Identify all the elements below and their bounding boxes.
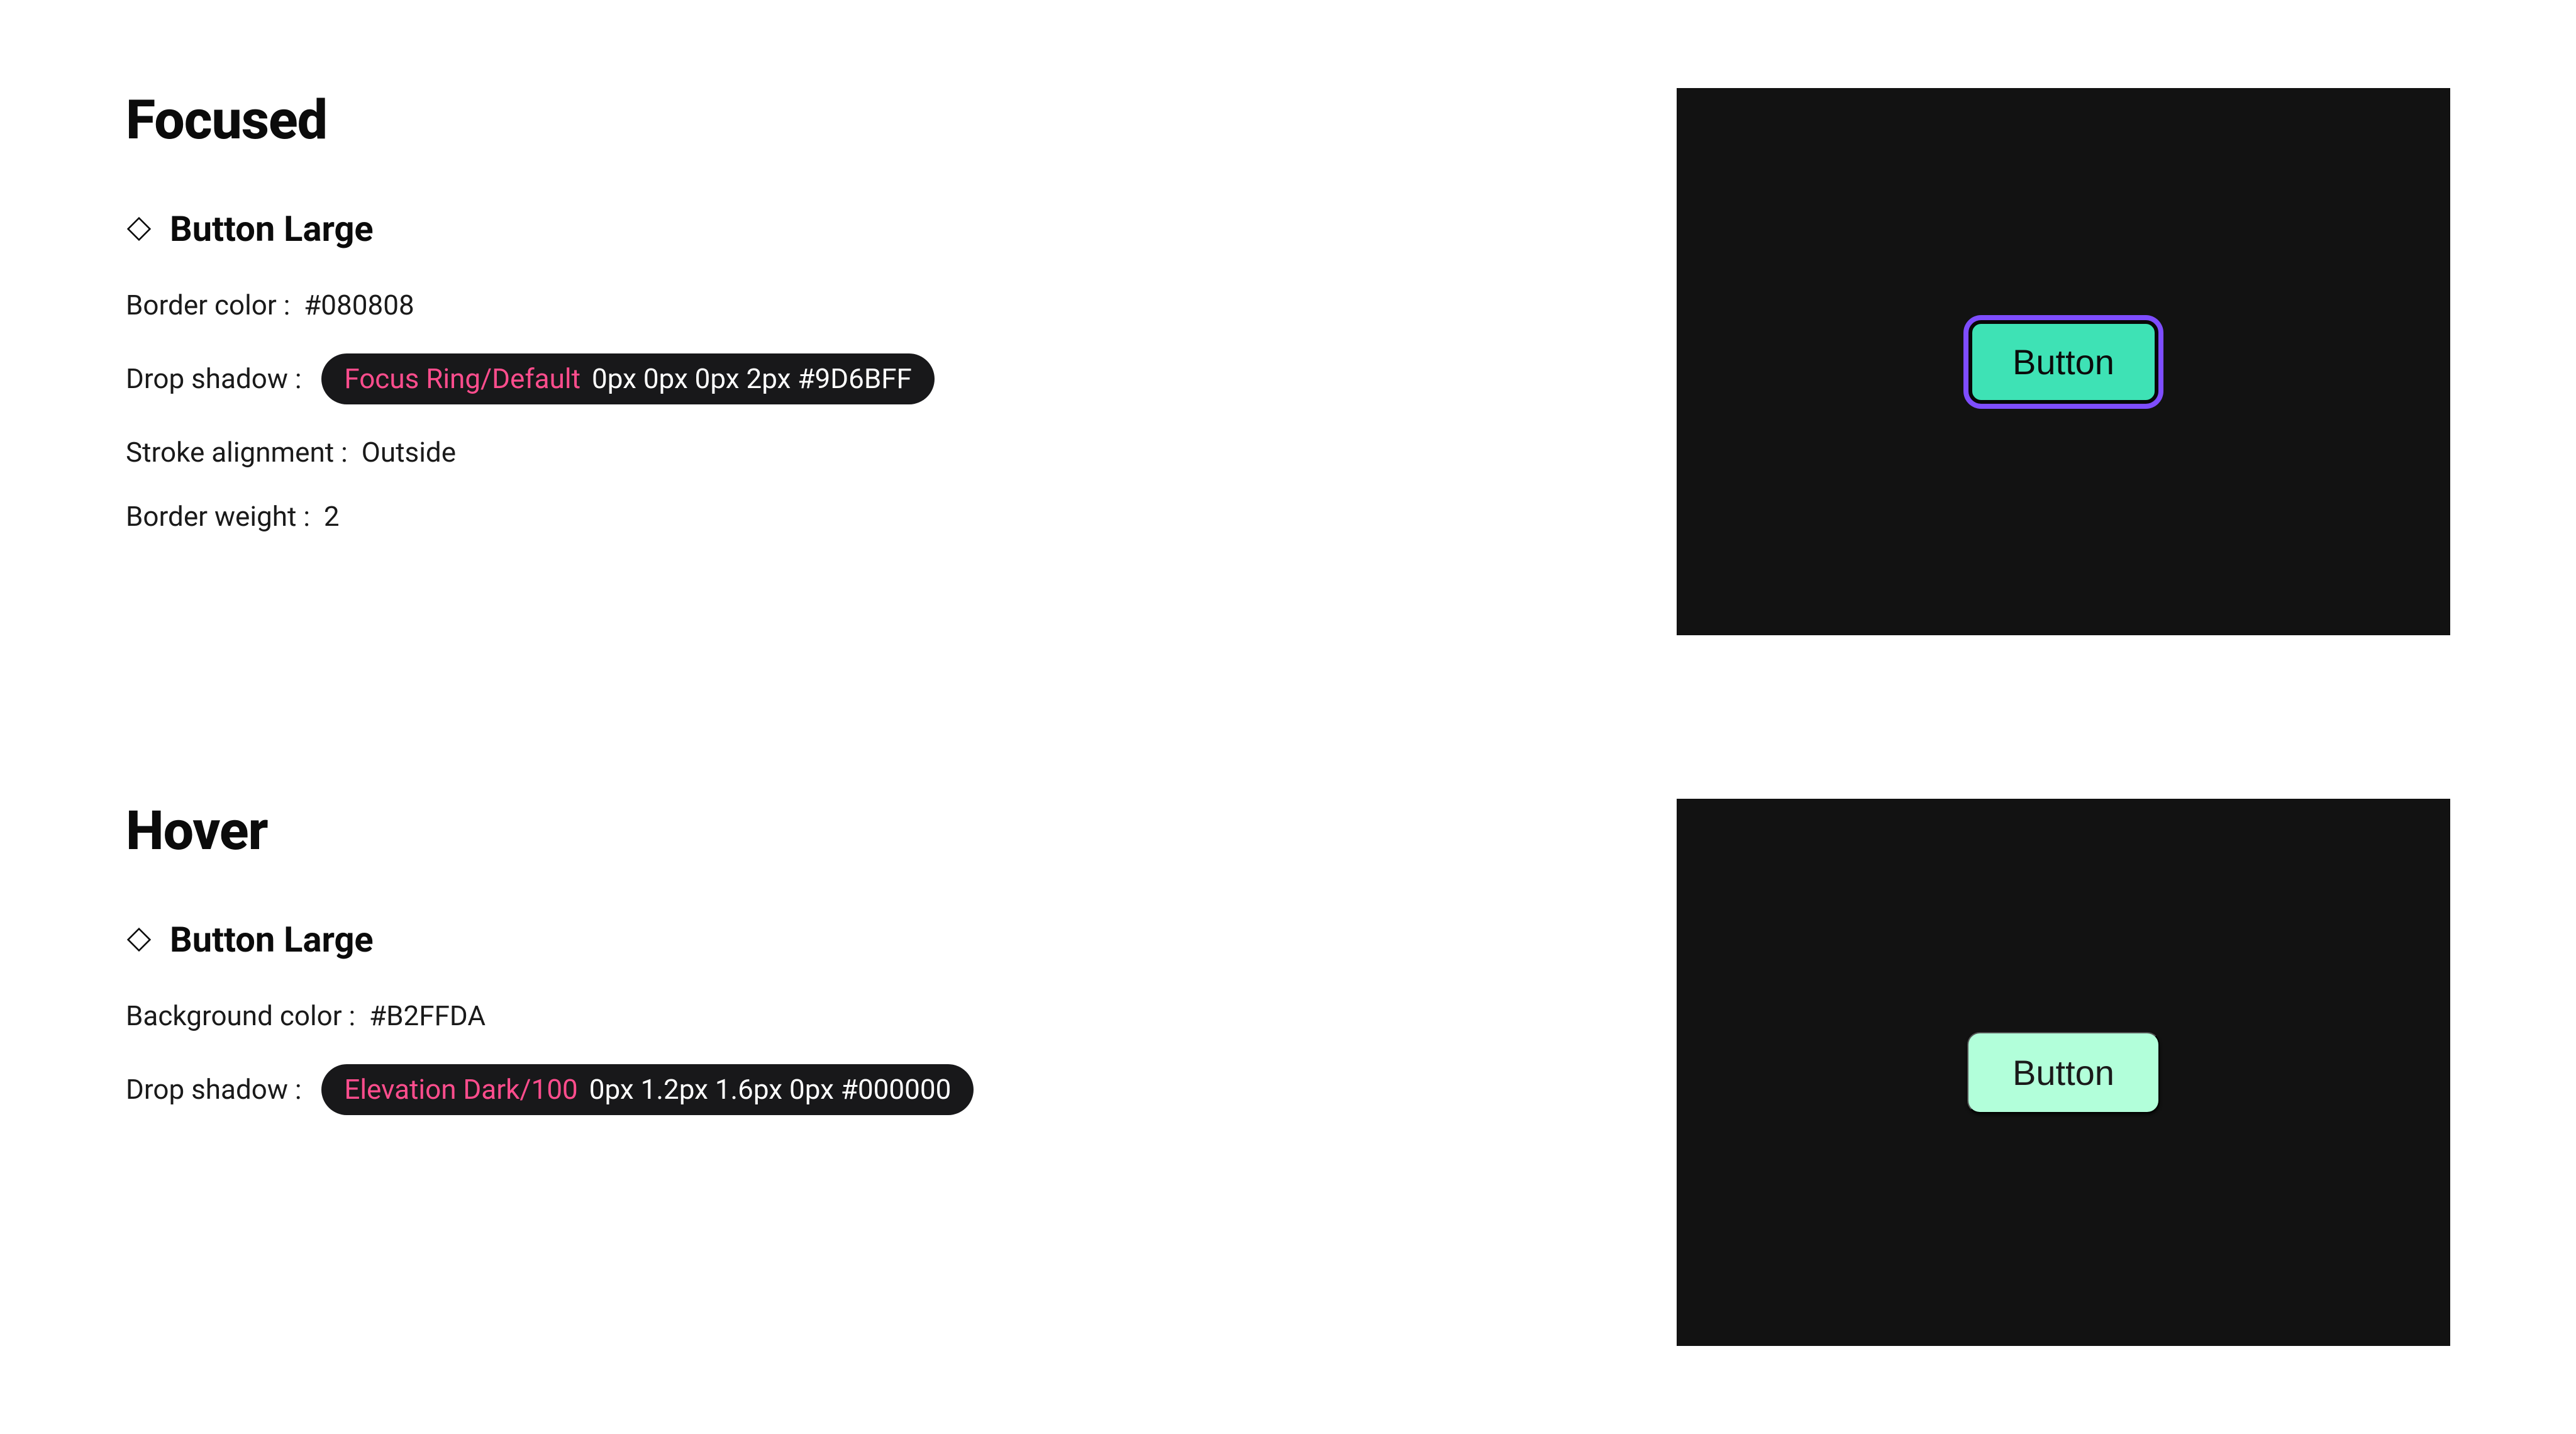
- component-name-hover: Button Large: [170, 919, 374, 960]
- spec-label: Border weight :: [126, 500, 324, 533]
- spec-value: #B2FFDA: [369, 999, 486, 1033]
- preview-panel-hover: Button: [1677, 799, 2450, 1346]
- diamond-icon: [126, 216, 152, 242]
- component-heading-row: Button Large: [126, 208, 374, 250]
- section-focused: Focused Button Large Border color : #080…: [126, 88, 2450, 635]
- diamond-icon: [126, 926, 152, 953]
- spec-value: 2: [324, 500, 340, 533]
- button-label: Button: [2012, 1052, 2114, 1093]
- spec-stroke-alignment: Stroke alignment : Outside: [126, 436, 935, 469]
- spec-column-focused: Focused Button Large Border color : #080…: [126, 88, 1551, 533]
- spec-background-color: Background color : #B2FFDA: [126, 999, 974, 1033]
- spec-drop-shadow-hover: Drop shadow : Elevation Dark/100 0px 1.2…: [126, 1064, 974, 1115]
- token-pill: Focus Ring/Default 0px 0px 0px 2px #9D6B…: [321, 353, 935, 404]
- example-button-focused[interactable]: Button: [1968, 320, 2158, 404]
- spec-value: #080808: [304, 289, 414, 322]
- token-pill: Elevation Dark/100 0px 1.2px 1.6px 0px #…: [321, 1064, 974, 1115]
- preview-panel-focused: Button: [1677, 88, 2450, 635]
- spec-list-hover: Background color : #B2FFDA Drop shadow :…: [126, 999, 974, 1115]
- state-title-hover: Hover: [126, 799, 268, 862]
- spec-border-color: Border color : #080808: [126, 289, 935, 322]
- token-pill-label: Focus Ring/Default: [344, 362, 580, 396]
- token-pill-value: 0px 1.2px 1.6px 0px #000000: [589, 1073, 952, 1106]
- spec-value: Outside: [362, 436, 456, 469]
- spec-label: Border color :: [126, 289, 304, 322]
- design-spec-page: Focused Button Large Border color : #080…: [0, 0, 2576, 1434]
- example-button-hover[interactable]: Button: [1967, 1032, 2160, 1113]
- spec-drop-shadow-focused: Drop shadow : Focus Ring/Default 0px 0px…: [126, 353, 935, 404]
- section-hover: Hover Button Large Background color : #B…: [126, 799, 2450, 1346]
- component-heading-row: Button Large: [126, 919, 374, 960]
- token-pill-value: 0px 0px 0px 2px #9D6BFF: [592, 362, 912, 396]
- spec-border-weight: Border weight : 2: [126, 500, 935, 533]
- button-label: Button: [2012, 342, 2114, 382]
- spec-label: Stroke alignment :: [126, 436, 362, 469]
- spec-column-hover: Hover Button Large Background color : #B…: [126, 799, 1551, 1115]
- component-name-focused: Button Large: [170, 208, 374, 250]
- token-pill-label: Elevation Dark/100: [344, 1073, 577, 1106]
- state-title-focused: Focused: [126, 88, 327, 152]
- spec-label: Background color :: [126, 999, 369, 1033]
- spec-label: Drop shadow :: [126, 1073, 315, 1106]
- spec-list-focused: Border color : #080808 Drop shadow : Foc…: [126, 289, 935, 533]
- spec-label: Drop shadow :: [126, 362, 315, 396]
